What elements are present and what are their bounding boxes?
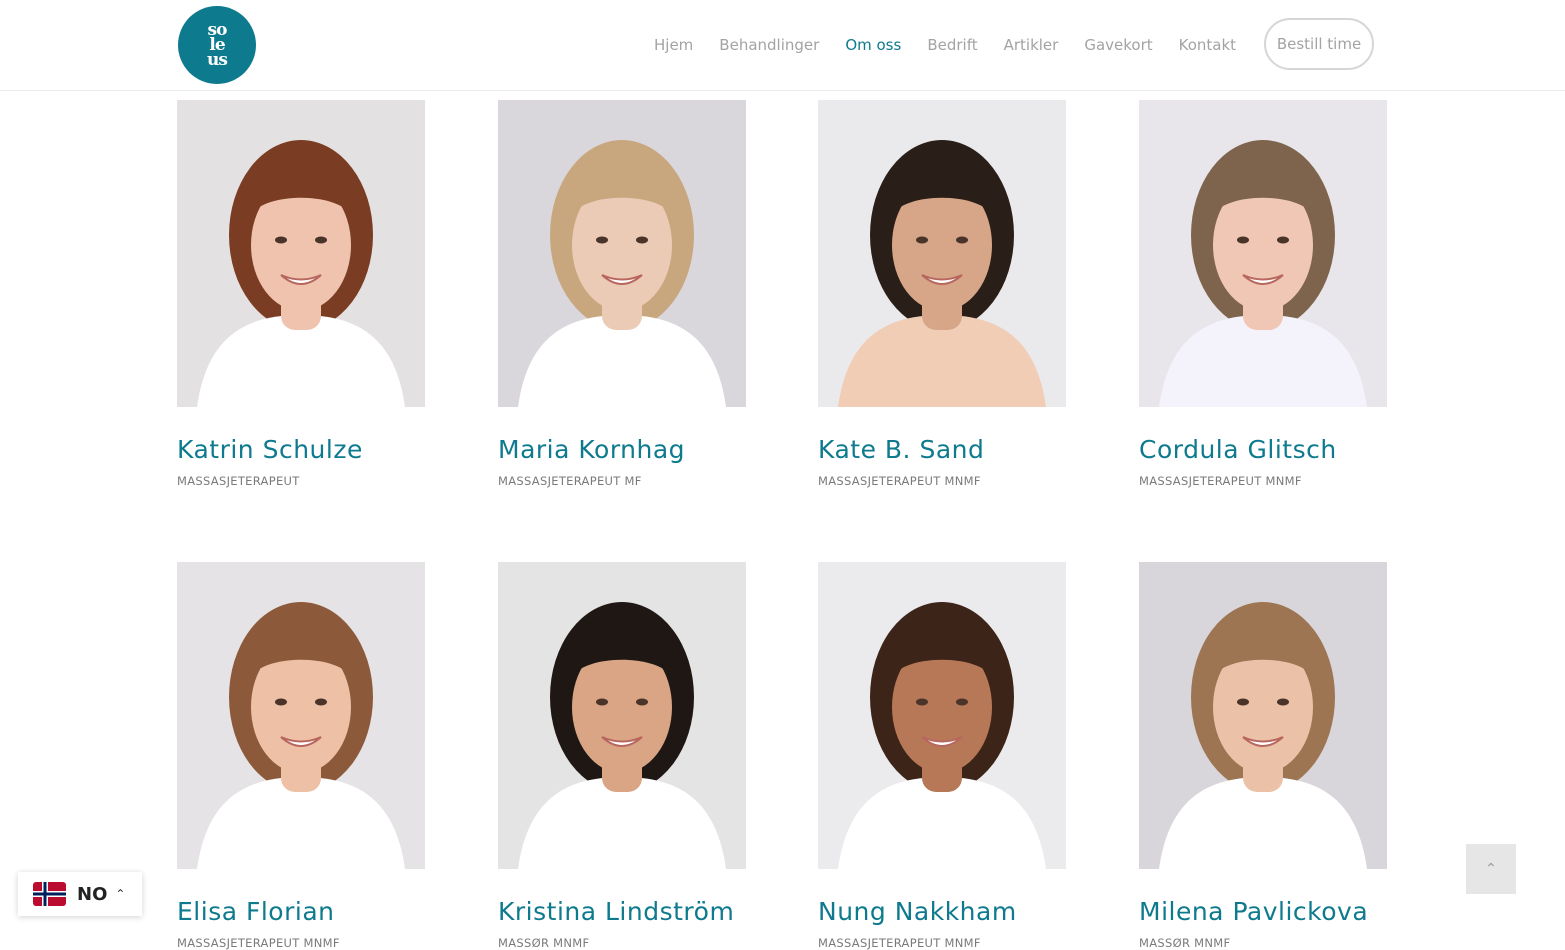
team-member-title: MASSASJETERAPEUT MF <box>498 474 642 488</box>
main-nav: Hjem Behandlinger Om oss Bedrift Artikle… <box>654 0 1262 90</box>
nav-item-bedrift[interactable]: Bedrift <box>927 36 977 54</box>
nav-item-om-oss[interactable]: Om oss <box>845 36 901 54</box>
chevron-up-icon: ⌃ <box>1485 861 1497 877</box>
team-member-photo[interactable] <box>1139 100 1387 407</box>
team-member-photo[interactable] <box>818 562 1066 869</box>
portrait-image <box>177 100 425 407</box>
team-card[interactable]: Elisa Florian MASSASJETERAPEUT MNMF <box>177 562 425 950</box>
team-member-title: MASSASJETERAPEUT MNMF <box>1139 474 1302 488</box>
team-member-photo[interactable] <box>818 100 1066 407</box>
portrait-image <box>498 100 746 407</box>
logo-line: us <box>207 49 228 70</box>
team-member-title: MASSASJETERAPEUT MNMF <box>818 474 981 488</box>
team-member-name[interactable]: Elisa Florian <box>177 897 425 926</box>
norway-flag-icon <box>33 882 66 906</box>
team-member-name[interactable]: Maria Kornhag <box>498 435 746 464</box>
team-member-title: MASSØR MNMF <box>498 936 590 950</box>
portrait-image <box>818 100 1066 407</box>
nav-item-behandlinger[interactable]: Behandlinger <box>719 36 819 54</box>
nav-item-artikler[interactable]: Artikler <box>1004 36 1059 54</box>
portrait-image <box>1139 562 1387 869</box>
team-member-photo[interactable] <box>177 562 425 869</box>
nav-item-kontakt[interactable]: Kontakt <box>1179 36 1236 54</box>
portrait-image <box>818 562 1066 869</box>
team-member-photo[interactable] <box>498 562 746 869</box>
team-member-title: MASSASJETERAPEUT <box>177 474 300 488</box>
team-member-name[interactable]: Kate B. Sand <box>818 435 1066 464</box>
language-code: NO <box>77 883 108 905</box>
team-member-name[interactable]: Cordula Glitsch <box>1139 435 1387 464</box>
team-card[interactable]: Katrin Schulze MASSASJETERAPEUT <box>177 100 425 488</box>
portrait-image <box>177 562 425 869</box>
book-appointment-button[interactable]: Bestill time <box>1264 18 1374 70</box>
team-card[interactable]: Kate B. Sand MASSASJETERAPEUT MNMF <box>818 100 1066 488</box>
nav-item-hjem[interactable]: Hjem <box>654 36 693 54</box>
team-card[interactable]: Nung Nakkham MASSASJETERAPEUT MNMF <box>818 562 1066 950</box>
team-member-title: MASSØR MNMF <box>1139 936 1231 950</box>
portrait-image <box>1139 100 1387 407</box>
site-logo[interactable]: so le us <box>178 6 256 84</box>
team-member-title: MASSASJETERAPEUT MNMF <box>818 936 981 950</box>
team-member-photo[interactable] <box>177 100 425 407</box>
team-card[interactable]: Cordula Glitsch MASSASJETERAPEUT MNMF <box>1139 100 1387 488</box>
chevron-up-icon: ⌃ <box>115 887 126 901</box>
scroll-to-top-button[interactable]: ⌃ <box>1466 844 1516 894</box>
team-member-title: MASSASJETERAPEUT MNMF <box>177 936 340 950</box>
team-member-name[interactable]: Milena Pavlickova <box>1139 897 1387 926</box>
team-member-name[interactable]: Nung Nakkham <box>818 897 1066 926</box>
team-card[interactable]: Maria Kornhag MASSASJETERAPEUT MF <box>498 100 746 488</box>
team-member-name[interactable]: Kristina Lindström <box>498 897 746 926</box>
portrait-image <box>498 562 746 869</box>
team-member-photo[interactable] <box>498 100 746 407</box>
nav-item-gavekort[interactable]: Gavekort <box>1084 36 1152 54</box>
team-member-photo[interactable] <box>1139 562 1387 869</box>
team-card[interactable]: Milena Pavlickova MASSØR MNMF <box>1139 562 1387 950</box>
site-header: so le us Hjem Behandlinger Om oss Bedrif… <box>0 0 1565 91</box>
team-member-name[interactable]: Katrin Schulze <box>177 435 425 464</box>
team-card[interactable]: Kristina Lindström MASSØR MNMF <box>498 562 746 950</box>
language-switcher[interactable]: NO ⌃ <box>18 872 142 916</box>
